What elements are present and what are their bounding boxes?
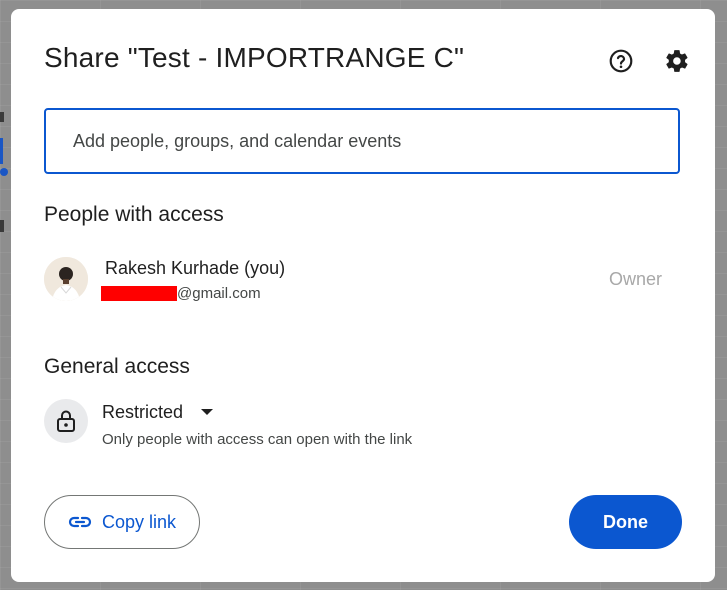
general-access-heading: General access xyxy=(44,355,190,378)
lock-icon xyxy=(57,410,75,432)
general-access-row: Restricted Only people with access can o… xyxy=(44,399,680,459)
email-suffix: @gmail.com xyxy=(177,285,261,302)
dialog-title: Share "Test - IMPORTRANGE C" xyxy=(44,42,465,73)
background-fragment xyxy=(0,138,3,164)
avatar[interactable] xyxy=(44,257,88,301)
user-photo-icon xyxy=(44,257,88,301)
copy-link-label: Copy link xyxy=(101,511,177,532)
caret-down-icon xyxy=(201,409,214,415)
people-with-access-heading: People with access xyxy=(44,203,224,226)
lock-icon-container xyxy=(44,399,88,443)
link-icon xyxy=(68,516,92,528)
access-description: Only people with access can open with th… xyxy=(102,431,413,448)
settings-button[interactable] xyxy=(663,47,691,75)
done-button[interactable]: Done xyxy=(569,495,682,549)
person-row: Rakesh Kurhade (you) @gmail.com Owner xyxy=(44,253,680,311)
help-circle-icon xyxy=(609,49,633,73)
add-people-input[interactable] xyxy=(46,110,678,172)
gear-icon xyxy=(666,50,688,72)
access-level-dropdown[interactable]: Restricted xyxy=(102,399,214,425)
access-level-value: Restricted xyxy=(102,401,184,422)
share-dialog: Share "Test - IMPORTRANGE C" People with… xyxy=(11,9,715,582)
background-fragment xyxy=(0,220,4,232)
background-fragment xyxy=(0,168,8,176)
add-people-field[interactable] xyxy=(44,108,680,174)
person-email: @gmail.com xyxy=(101,285,261,302)
redaction-bar xyxy=(101,286,177,301)
role-label: Owner xyxy=(608,269,662,289)
help-button[interactable] xyxy=(607,47,635,75)
person-name: Rakesh Kurhade (you) xyxy=(105,258,286,278)
copy-link-button[interactable]: Copy link xyxy=(44,495,200,549)
background-fragment xyxy=(0,112,4,122)
background-fragments xyxy=(0,0,11,590)
